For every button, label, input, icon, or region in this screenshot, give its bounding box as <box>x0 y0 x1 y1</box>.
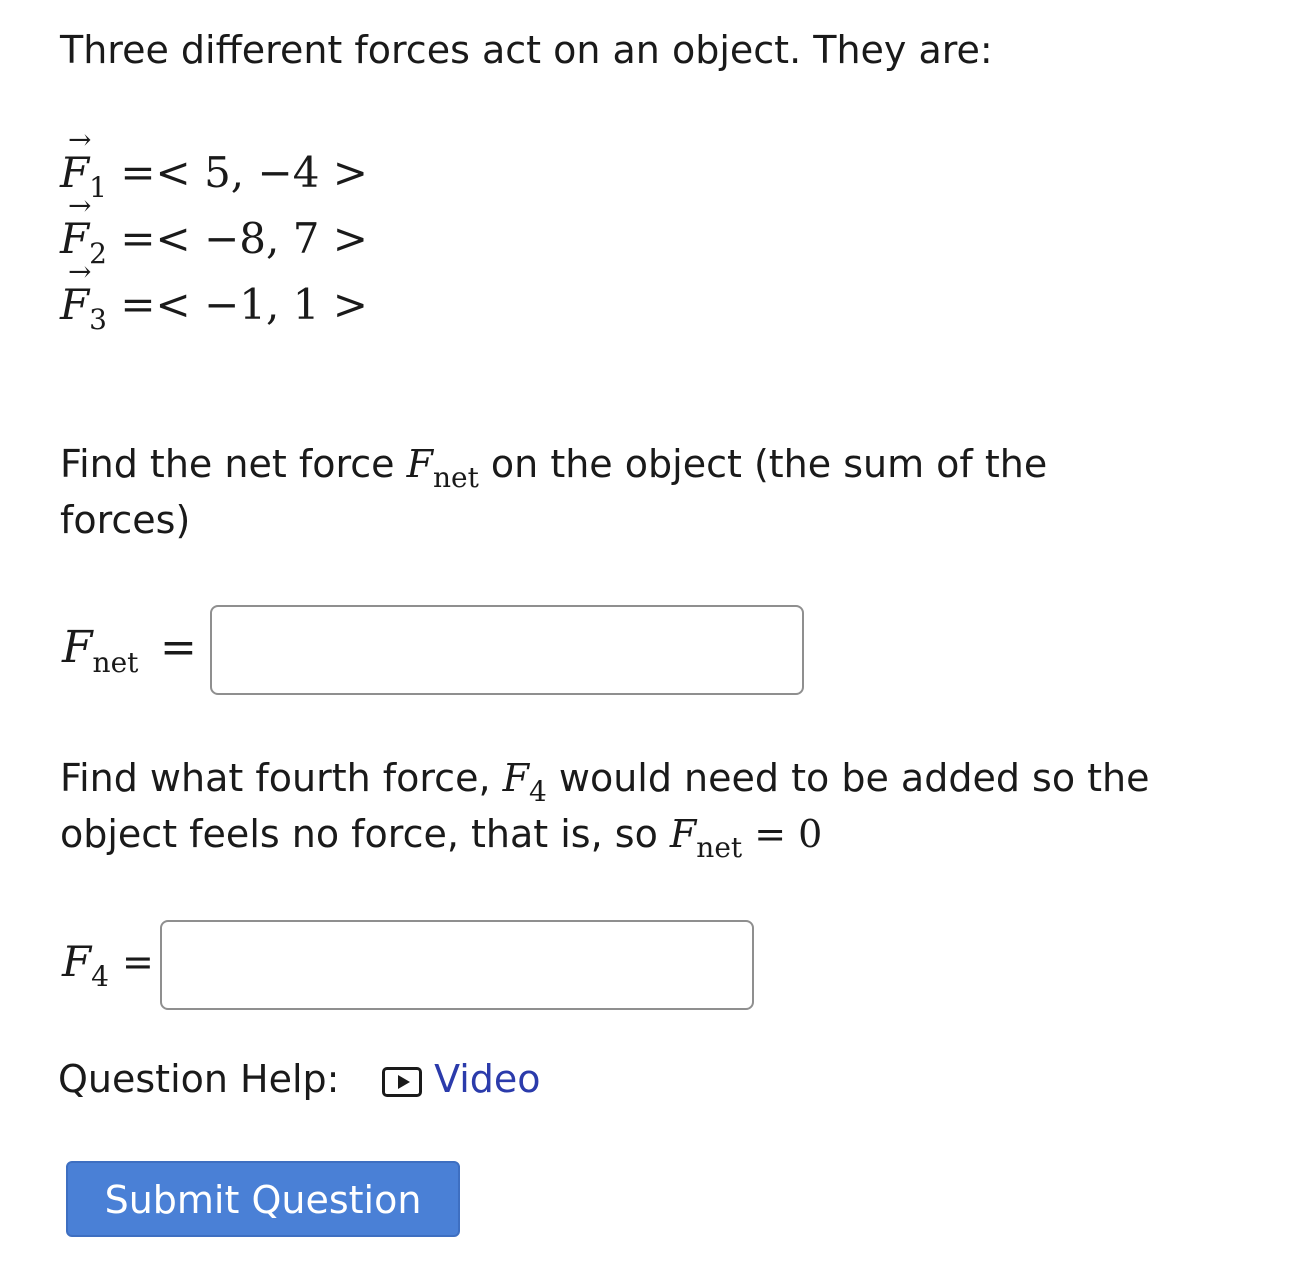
force-3: → F3 =< −1, 1 > <box>60 255 368 336</box>
fnet-equals: = <box>160 622 197 673</box>
intro-text: Three different forces act on an object.… <box>60 28 993 72</box>
force-2-value: =< −8, 7 > <box>120 214 368 263</box>
question-fourth-force: Find what fourth force, F4 would need to… <box>60 756 1150 864</box>
question-help-label: Question Help: <box>58 1057 340 1101</box>
force-1: → F1 =< 5, −4 > <box>60 123 368 204</box>
play-video-icon <box>382 1066 422 1097</box>
force-3-value: =< −1, 1 > <box>120 280 368 329</box>
force-2: → F2 =< −8, 7 > <box>60 189 368 270</box>
force-list: → F1 =< 5, −4 > → F2 =< −8, 7 > → F3 =< −1,… <box>60 123 368 338</box>
question-help: Question Help: <box>58 1054 339 1104</box>
video-help-link[interactable]: Video <box>382 1054 541 1104</box>
f4-equals: = <box>122 940 154 984</box>
f4-input[interactable] <box>160 920 754 1010</box>
submit-question-button[interactable]: Submit Question <box>66 1161 460 1237</box>
force-3-symbol: → F <box>60 255 92 330</box>
question-net-force: Find the net force Fnet on the object (t… <box>60 442 1048 542</box>
fnet-input[interactable] <box>210 605 804 695</box>
force-1-value: =< 5, −4 > <box>120 148 368 197</box>
fnet-label: Fnet <box>62 622 139 679</box>
video-link-label[interactable]: Video <box>434 1057 540 1101</box>
f4-label: F4 <box>62 937 109 993</box>
